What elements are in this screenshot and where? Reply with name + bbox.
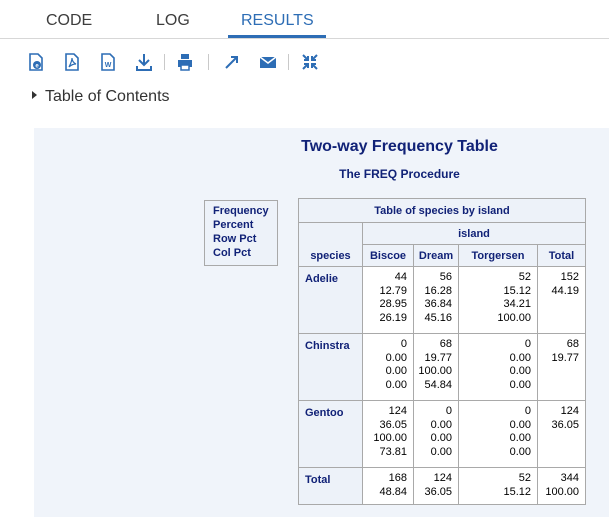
table-row: Adelie 44 12.79 28.95 26.19 56 16.28 36.84 45.…	[298, 266, 586, 334]
table-cell: 124 36.05	[413, 467, 459, 505]
collapse-icon[interactable]	[300, 52, 320, 72]
tab-results[interactable]: RESULTS	[241, 12, 314, 30]
row-variable-header: species	[298, 222, 363, 267]
legend-item: Frequency	[213, 205, 269, 217]
download-icon[interactable]	[134, 52, 154, 72]
column-variable-header: island	[362, 222, 586, 245]
tab-bar: CODE LOG RESULTS	[0, 0, 609, 39]
results-title: Two-way Frequency Table	[301, 138, 498, 155]
table-row: Gentoo 124 36.05 100.00 73.81 0 0.00 0.00 0.00…	[298, 400, 586, 468]
row-header: Gentoo	[298, 400, 363, 468]
table-cell: 168 48.84	[362, 467, 414, 505]
download-pdf-icon[interactable]	[62, 52, 82, 72]
column-header: Biscoe	[362, 244, 414, 267]
active-tab-indicator	[228, 35, 326, 38]
column-header: Total	[537, 244, 586, 267]
toolbar-separator	[164, 54, 165, 70]
results-subtitle: The FREQ Procedure	[339, 167, 460, 181]
table-cell: 68 19.77 100.00 54.84	[413, 333, 459, 401]
legend-item: Col Pct	[213, 247, 251, 259]
table-cell: 0 0.00 0.00 0.00	[362, 333, 414, 401]
legend-item: Row Pct	[213, 233, 257, 245]
column-header: Torgersen	[458, 244, 538, 267]
row-header: Adelie	[298, 266, 363, 334]
print-icon[interactable]	[175, 52, 195, 72]
toolbar-separator	[288, 54, 289, 70]
table-cell: 124 36.05	[537, 400, 586, 468]
table-cell: 0 0.00 0.00 0.00	[458, 333, 538, 401]
table-row: Chinstra 0 0.00 0.00 0.00 68 19.77 100.00 54.8…	[298, 333, 586, 401]
cell-contents-legend: Frequency Percent Row Pct Col Pct	[204, 200, 278, 266]
table-cell: 68 19.77	[537, 333, 586, 401]
caret-right-icon	[32, 91, 37, 99]
legend-item: Percent	[213, 219, 254, 231]
table-cell: 52 15.12 34.21 100.00	[458, 266, 538, 334]
table-cell: 44 12.79 28.95 26.19	[362, 266, 414, 334]
email-icon[interactable]	[258, 52, 278, 72]
column-header: Dream	[413, 244, 459, 267]
table-row-total: Total 168 48.84 124 36.05 52 15.12 344 100.0…	[298, 467, 586, 505]
table-caption: Table of species by island	[298, 198, 586, 223]
download-html-icon[interactable]: e	[26, 52, 46, 72]
table-cell: 56 16.28 36.84 45.16	[413, 266, 459, 334]
results-toolbar: e W	[0, 48, 609, 76]
row-header: Total	[298, 467, 363, 505]
svg-text:W: W	[105, 62, 112, 69]
table-cell: 52 15.12	[458, 467, 538, 505]
download-rtf-icon[interactable]: W	[98, 52, 118, 72]
table-cell: 124 36.05 100.00 73.81	[362, 400, 414, 468]
toc-label: Table of Contents	[45, 88, 170, 105]
table-cell: 0 0.00 0.00 0.00	[413, 400, 459, 468]
toolbar-separator	[208, 54, 209, 70]
table-cell: 0 0.00 0.00 0.00	[458, 400, 538, 468]
frequency-table: Table of species by island species islan…	[298, 198, 586, 505]
tab-log[interactable]: LOG	[156, 12, 190, 30]
row-header: Chinstra	[298, 333, 363, 401]
open-new-window-icon[interactable]	[222, 52, 242, 72]
table-cell: 344 100.00	[537, 467, 586, 505]
table-of-contents-toggle[interactable]: Table of Contents	[32, 88, 170, 110]
tab-code[interactable]: CODE	[46, 12, 92, 30]
table-cell: 152 44.19	[537, 266, 586, 334]
